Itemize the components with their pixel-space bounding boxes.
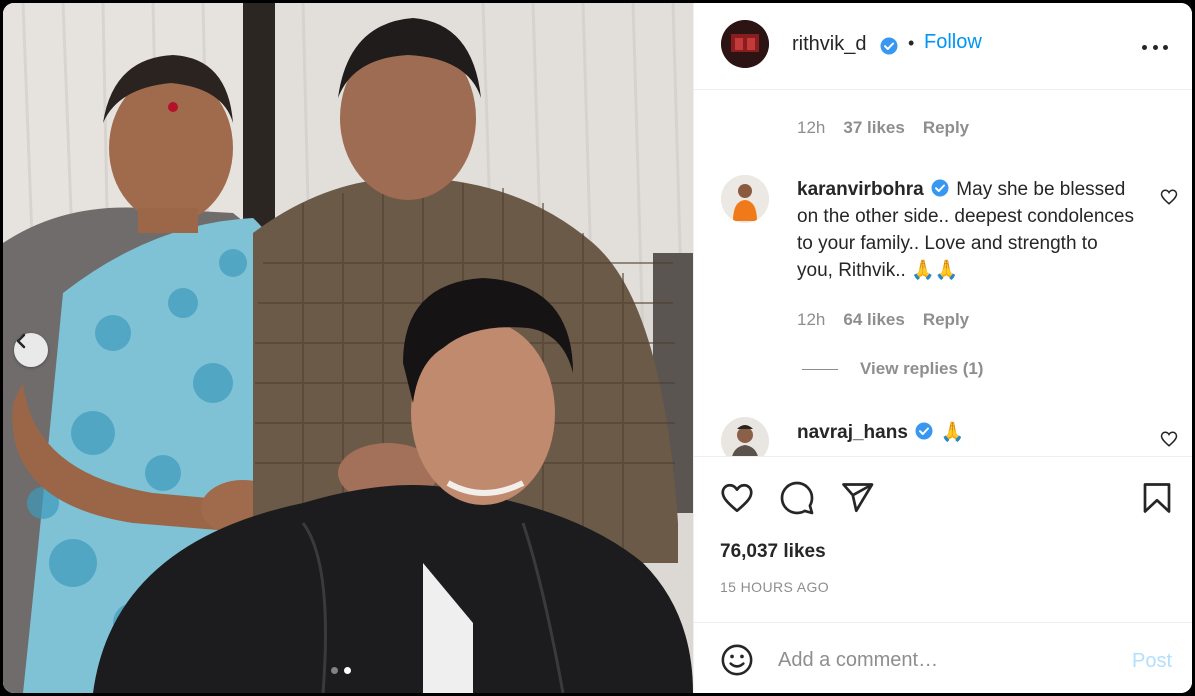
avatar[interactable] bbox=[721, 175, 769, 223]
post-photo[interactable] bbox=[3, 3, 693, 693]
comment-like-heart-icon[interactable] bbox=[1160, 188, 1178, 206]
comment-likes[interactable]: 64 likes bbox=[843, 310, 904, 330]
more-dot-icon bbox=[1152, 44, 1158, 50]
post-actions: 76,037 likes 15 HOURS AGO bbox=[694, 456, 1192, 622]
post-sidebar: rithvik_d • Follow 12h 37 likes Reply ka… bbox=[693, 3, 1192, 693]
avatar-image bbox=[721, 417, 769, 456]
avatar[interactable] bbox=[721, 417, 769, 456]
more-options-button[interactable] bbox=[1142, 37, 1168, 57]
chevron-left-icon bbox=[16, 333, 26, 349]
avatar-image bbox=[721, 20, 769, 68]
comment-username[interactable]: navraj_hans bbox=[797, 422, 908, 443]
like-heart-icon[interactable] bbox=[719, 480, 755, 516]
comment: navraj_hans 🙏 bbox=[797, 419, 1137, 446]
comment-body: 🙏 bbox=[940, 422, 965, 443]
share-send-icon[interactable] bbox=[839, 480, 875, 516]
replies-divider bbox=[802, 368, 838, 370]
verified-badge-icon bbox=[880, 37, 898, 55]
comment-meta: 12h 64 likes Reply bbox=[797, 310, 969, 330]
view-replies-button[interactable]: View replies (1) bbox=[802, 359, 983, 379]
verified-badge-icon bbox=[931, 179, 949, 197]
comments-list[interactable]: 12h 37 likes Reply karanvirbohra May she bbox=[694, 91, 1192, 456]
comment-time: 12h bbox=[797, 310, 826, 329]
add-comment-bar: Post bbox=[694, 622, 1192, 693]
family-photo-image bbox=[3, 3, 693, 693]
more-dot-icon bbox=[1142, 44, 1147, 50]
emoji-smiley-icon[interactable] bbox=[720, 643, 754, 677]
comment: karanvirbohra May she be blessed on the … bbox=[797, 176, 1137, 284]
more-dot-icon bbox=[1163, 44, 1168, 50]
carousel-dot-active bbox=[344, 667, 351, 674]
post-likes-count[interactable]: 76,037 likes bbox=[720, 541, 826, 563]
follow-button[interactable]: Follow bbox=[924, 31, 982, 54]
avatar[interactable] bbox=[721, 20, 769, 68]
post-comment-button[interactable]: Post bbox=[1132, 650, 1172, 673]
view-replies-label: View replies (1) bbox=[860, 359, 984, 378]
post-modal: rithvik_d • Follow 12h 37 likes Reply ka… bbox=[3, 3, 1192, 693]
comment-meta: 12h 37 likes Reply bbox=[797, 118, 969, 138]
carousel-prev-button[interactable] bbox=[14, 333, 48, 367]
post-header: rithvik_d • Follow bbox=[694, 3, 1192, 90]
comment-reply-button[interactable]: Reply bbox=[923, 118, 969, 138]
separator-dot: • bbox=[908, 33, 915, 53]
comment-like-heart-icon[interactable] bbox=[1160, 430, 1178, 448]
save-bookmark-icon[interactable] bbox=[1139, 480, 1175, 516]
add-comment-input[interactable] bbox=[778, 645, 1118, 675]
comment-likes[interactable]: 37 likes bbox=[843, 118, 904, 138]
window-frame: rithvik_d • Follow 12h 37 likes Reply ka… bbox=[0, 0, 1195, 696]
post-timestamp: 15 HOURS AGO bbox=[720, 579, 830, 595]
comment-username[interactable]: karanvirbohra bbox=[797, 179, 924, 200]
comment-time: 12h bbox=[797, 118, 826, 137]
carousel-dot bbox=[331, 667, 338, 674]
avatar-image bbox=[721, 175, 769, 223]
post-author-username[interactable]: rithvik_d bbox=[792, 33, 866, 56]
comment-bubble-icon[interactable] bbox=[779, 480, 815, 516]
verified-badge-icon bbox=[915, 422, 933, 440]
carousel-indicator bbox=[331, 667, 351, 674]
comment-reply-button[interactable]: Reply bbox=[923, 310, 969, 330]
